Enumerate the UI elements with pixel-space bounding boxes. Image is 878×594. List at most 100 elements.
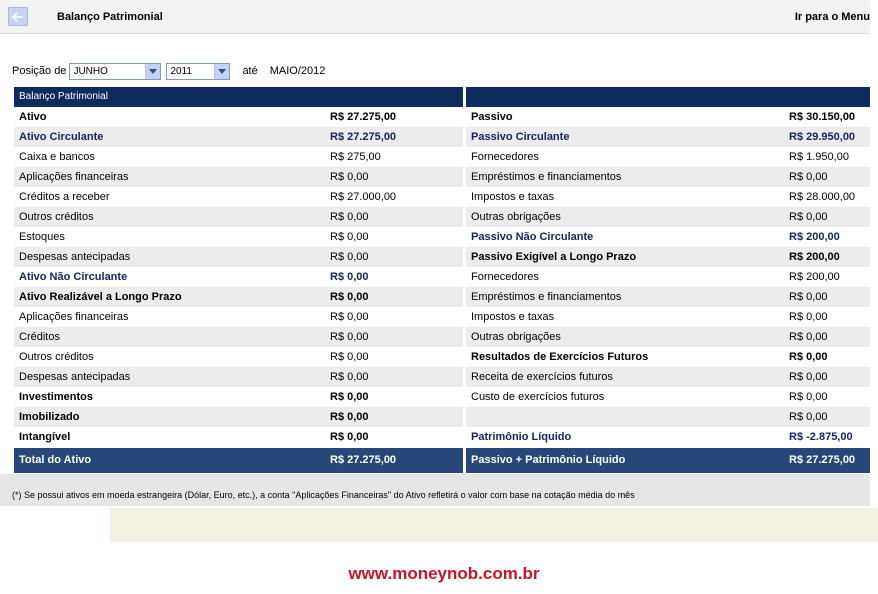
assets-panel: Balanço Patrimonial Ativo R$ 27.275,00 Ati… [14,87,463,473]
row-label: Despesas antecipadas [19,251,131,263]
row-label: Créditos a receber [19,191,110,203]
top-bar: Balanço Patrimonial Ir para o Menu [0,0,870,34]
row-label: Outras obrigações [471,331,561,343]
table-row: Créditos R$ 0,00 [14,327,463,347]
table-row: Ativo Circulante R$ 27.275,00 [14,127,463,147]
row-value: R$ 200,00 [789,271,840,283]
liabilities-rows: Passivo R$ 30.150,00 Passivo Circulante R$ … [466,107,870,447]
table-row: Passivo R$ 30.150,00 [466,107,870,127]
row-value: R$ 0,00 [330,251,369,263]
row-label: Imobilizado [19,411,80,423]
row-value: R$ 0,00 [789,331,828,343]
table-row: Caixa e bancos R$ 275,00 [14,147,463,167]
year-select[interactable]: 2011 [166,62,231,80]
footer-band [110,508,878,542]
row-value: R$ 0,00 [330,371,369,383]
row-label: Estoques [19,231,65,243]
row-label: Despesas antecipadas [19,371,131,383]
total-liabilities-equity-value: R$ 27.275,00 [789,454,856,466]
arrow-left-icon [12,11,23,22]
row-value: R$ 0,00 [330,391,369,403]
row-value: R$ 27.275,00 [330,131,397,143]
row-value: R$ 0,00 [330,431,369,443]
row-label: Resultados de Exercícios Futuros [471,351,649,363]
row-value: R$ 200,00 [789,231,840,243]
back-button[interactable] [8,7,28,26]
row-value: R$ 0,00 [330,271,369,283]
position-label: Posição de [12,65,67,77]
table-row: Passivo Exigível a Longo Prazo R$ 200,00 [466,247,870,267]
table-row: Ativo Realizável a Longo Prazo R$ 0,00 [14,287,463,307]
table-row: Resultados de Exercícios Futuros R$ 0,00 [466,347,870,367]
liabilities-panel-header [466,87,870,107]
row-label: Custo de exercícios futuros [471,391,605,403]
until-value: MAIO/2012 [269,65,326,77]
row-value: R$ 0,00 [330,231,369,243]
row-label: Intangível [19,431,71,443]
page-title: Balanço Patrimonial [57,11,163,23]
row-value: R$ 30.150,00 [789,111,856,123]
row-label: Outros créditos [19,351,94,363]
row-value: R$ 0,00 [330,211,369,223]
row-value: R$ 200,00 [789,251,840,263]
table-row: Passivo Não Circulante R$ 200,00 [466,227,870,247]
liabilities-panel: Passivo R$ 30.150,00 Passivo Circulante R$ … [466,87,870,473]
table-row: Empréstimos e financiamentos R$ 0,00 [466,167,870,187]
row-label: Ativo [19,111,47,123]
row-label: Aplicações financeiras [19,311,129,323]
row-value: R$ 29.950,00 [789,131,856,143]
chevron-down-icon[interactable] [214,63,230,79]
row-label: Outras obrigações [471,211,561,223]
table-row: R$ 0,00 [466,407,870,427]
assets-panel-header: Balanço Patrimonial [14,87,463,107]
total-assets-row: Total do Ativo R$ 27.275,00 [14,448,463,473]
table-row: Ativo R$ 27.275,00 [14,107,463,127]
row-value: R$ 27.275,00 [330,111,397,123]
table-row: Estoques R$ 0,00 [14,227,463,247]
table-row: Investimentos R$ 0,00 [14,387,463,407]
table-row: Empréstimos e financiamentos R$ 0,00 [466,287,870,307]
row-value: R$ 0,00 [330,311,369,323]
row-label: Caixa e bancos [19,151,95,163]
row-label: Empréstimos e financiamentos [471,171,622,183]
row-label: Passivo [471,111,513,123]
row-value: R$ 0,00 [789,211,828,223]
row-value: R$ 0,00 [789,351,828,363]
row-label: Passivo Exigível a Longo Prazo [471,251,637,263]
table-row: Créditos a receber R$ 27.000,00 [14,187,463,207]
row-label: Ativo Não Circulante [19,271,128,283]
total-assets-label: Total do Ativo [19,454,92,466]
row-value: R$ 0,00 [789,311,828,323]
row-label: Impostos e taxas [471,191,555,203]
total-liabilities-equity-row: Passivo + Patrimônio Líquido R$ 27.275,0… [466,448,870,473]
table-row: Outras obrigações R$ 0,00 [466,327,870,347]
row-label: Fornecedores [471,271,539,283]
row-value: R$ 0,00 [330,331,369,343]
assets-rows: Ativo R$ 27.275,00 Ativo Circulante R$ 27.2… [14,107,463,447]
until-label: até [242,65,258,77]
period-filter: Posição de JUNHO 2011 até MAIO/2012 [12,62,325,80]
go-to-menu-link[interactable]: Ir para o Menu [795,11,870,23]
footnote: (*) Se possui ativos em moeda estrangeir… [0,474,870,506]
row-value: R$ 0,00 [789,411,828,423]
row-value: R$ -2.875,00 [789,431,853,443]
row-value: R$ 0,00 [330,171,369,183]
table-row: Impostos e taxas R$ 0,00 [466,307,870,327]
chevron-down-icon[interactable] [145,63,161,79]
row-label: Impostos e taxas [471,311,555,323]
row-label: Ativo Circulante [19,131,104,143]
row-label: Investimentos [19,391,93,403]
row-value: R$ 28.000,00 [789,191,856,203]
table-row: Patrimônio Líquido R$ -2.875,00 [466,427,870,447]
row-label: Outros créditos [19,211,94,223]
row-label: Créditos [19,331,60,343]
table-row: Outras obrigações R$ 0,00 [466,207,870,227]
row-value: R$ 27.000,00 [330,191,397,203]
table-row: Fornecedores R$ 200,00 [466,267,870,287]
table-row: Despesas antecipadas R$ 0,00 [14,367,463,387]
watermark-text: www.moneynob.com.br [348,564,540,583]
table-row: Intangível R$ 0,00 [14,427,463,447]
table-row: Fornecedores R$ 1.950,00 [466,147,870,167]
table-row: Passivo Circulante R$ 29.950,00 [466,127,870,147]
month-select[interactable]: JUNHO [69,62,162,80]
